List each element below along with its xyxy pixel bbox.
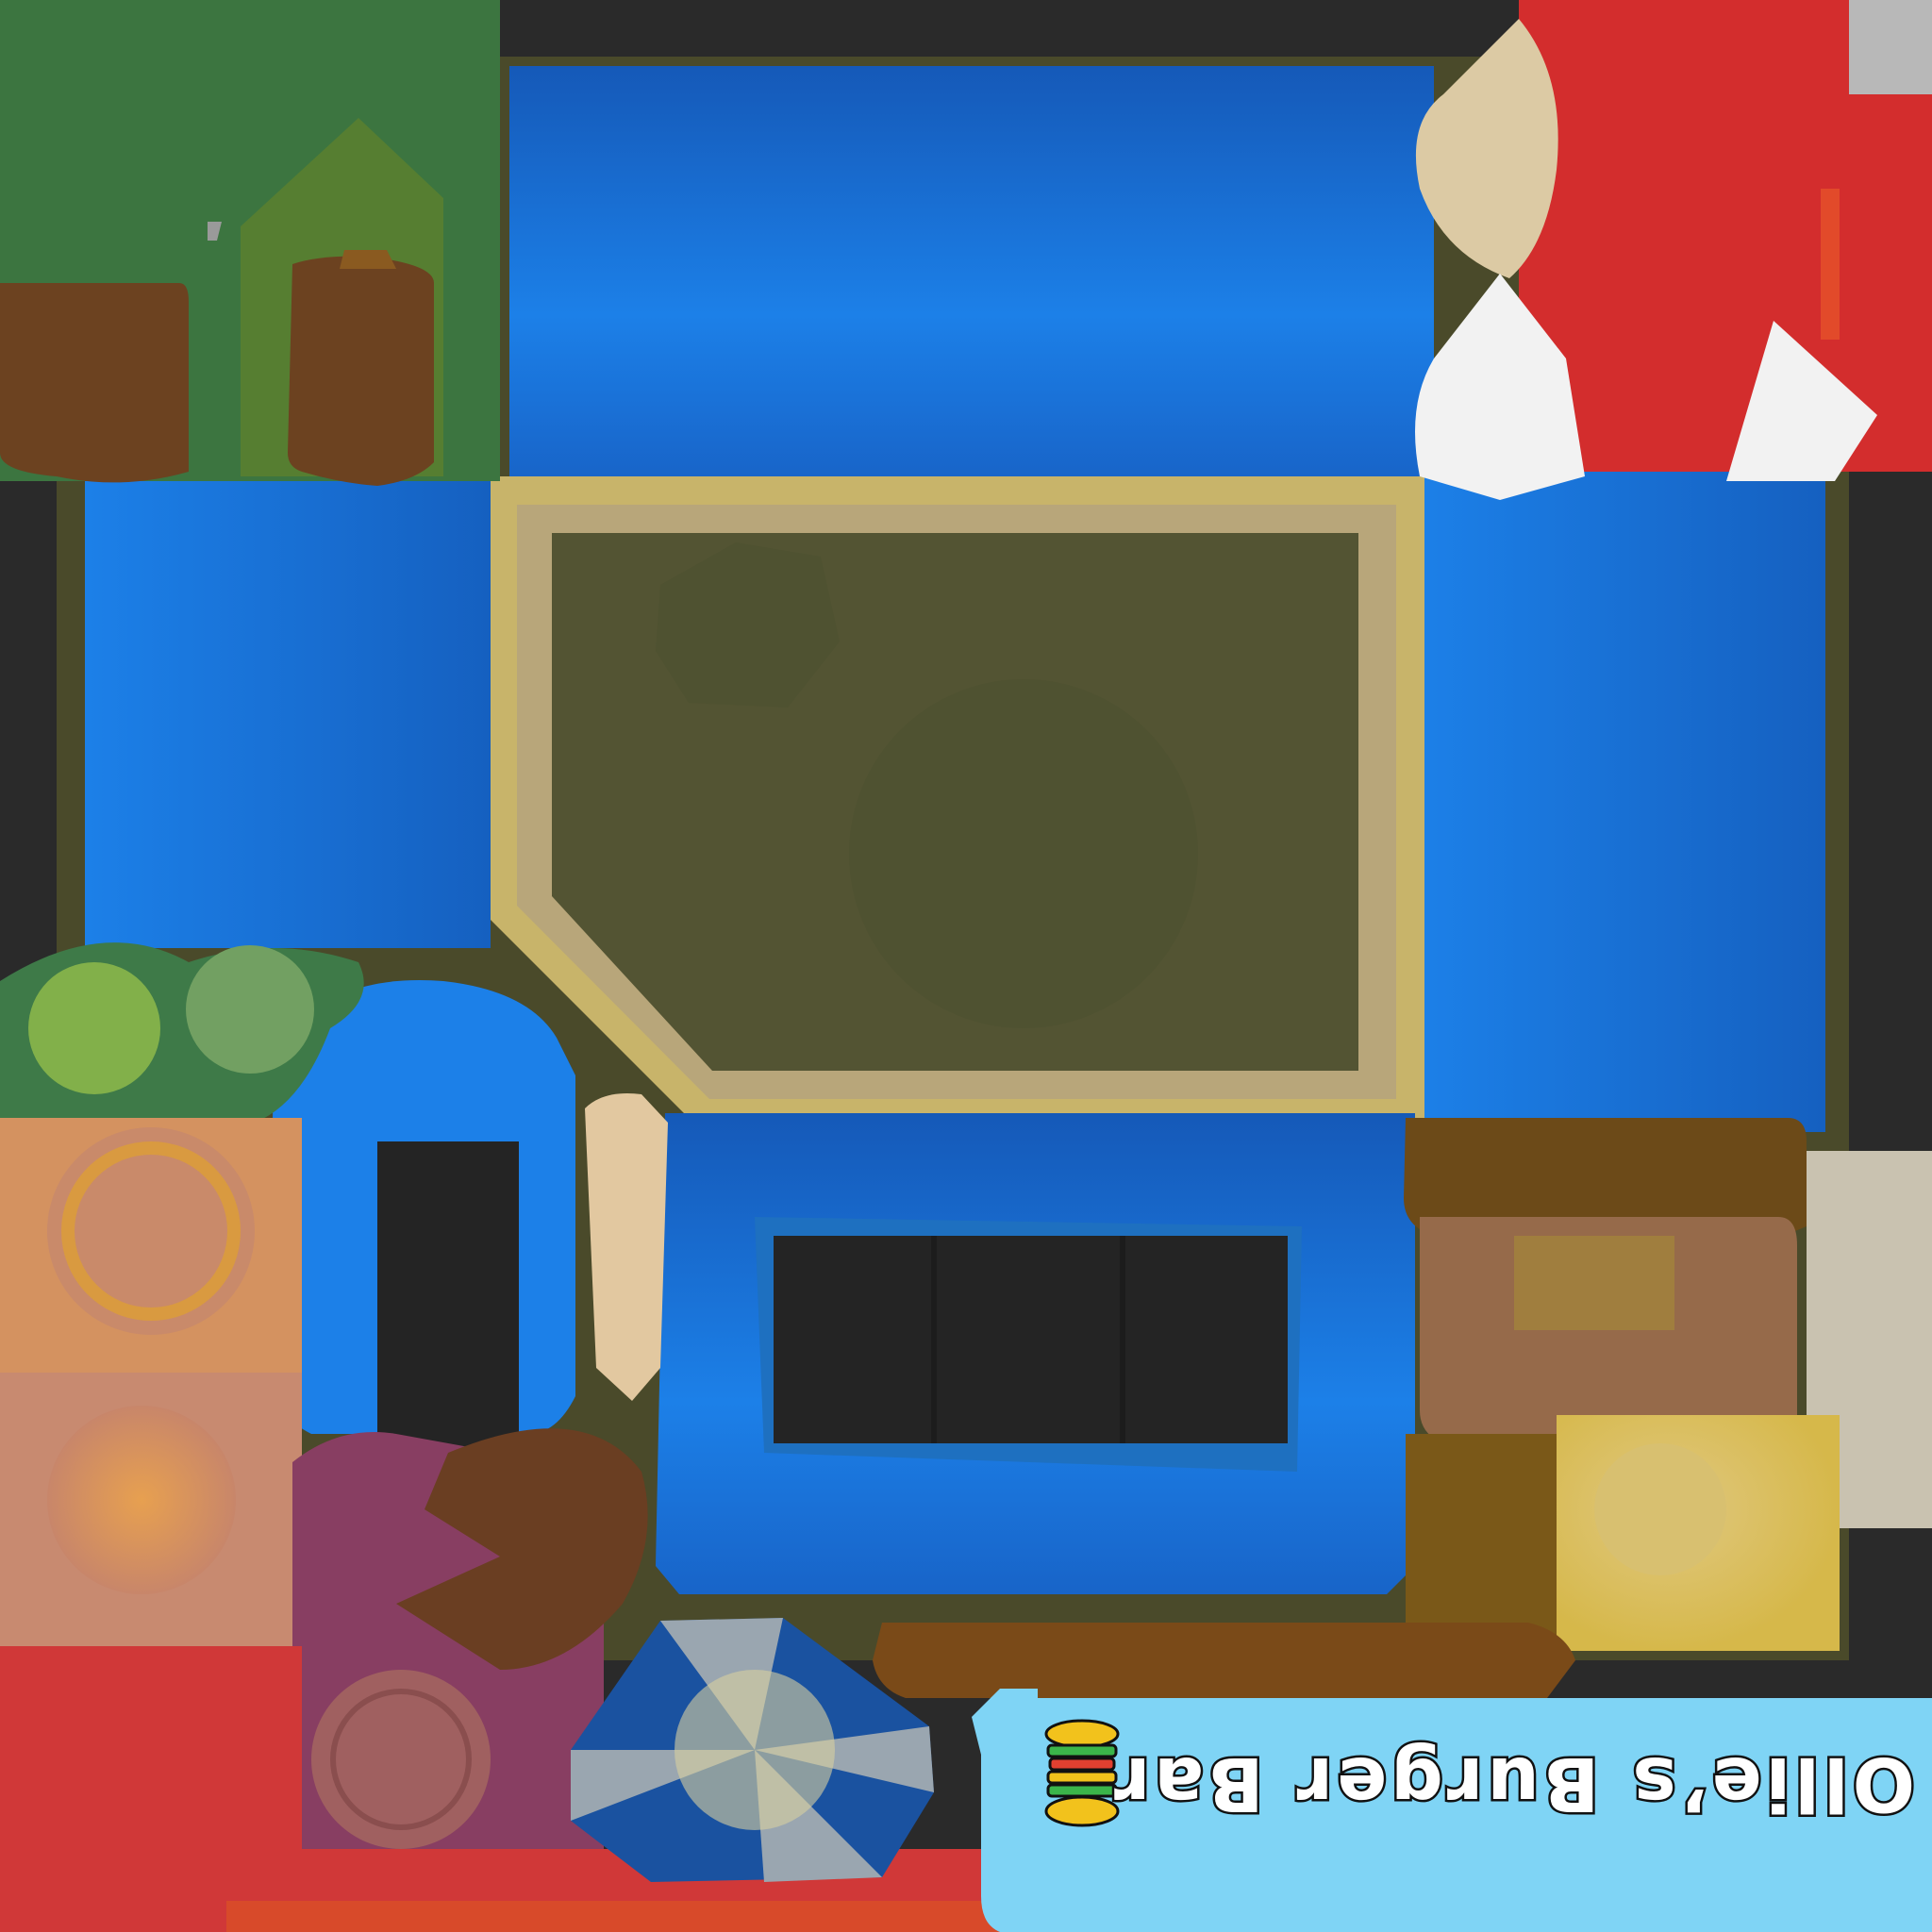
yellow-disc [1594,1443,1726,1575]
right-blue-panel [1420,472,1825,1132]
cream-plank [585,1093,668,1401]
texture-atlas [0,0,1932,1932]
brown-beam [873,1623,1575,1698]
grey-corner [1849,0,1932,94]
umbrella-center-glow [675,1670,835,1830]
orange-plate-ring [47,1127,255,1335]
brown-post-left [0,283,189,483]
dark-counter-window [774,1236,1288,1443]
post-cap [340,250,396,269]
peach-plate [47,1406,236,1594]
sign-label: Ollie’s Burger Bar [1108,1739,1918,1828]
left-blue-panel [85,476,491,948]
dark-door [377,1141,519,1453]
purple-ripple-outer [311,1670,491,1849]
top-blue-panel [509,66,1434,481]
crate-label [1514,1236,1674,1330]
lime-slice-circle [28,962,160,1094]
orange-stripe [1821,189,1840,340]
green-pea-circle [186,945,314,1074]
olive-window-circle [849,679,1198,1028]
brown-post-right [288,256,434,486]
